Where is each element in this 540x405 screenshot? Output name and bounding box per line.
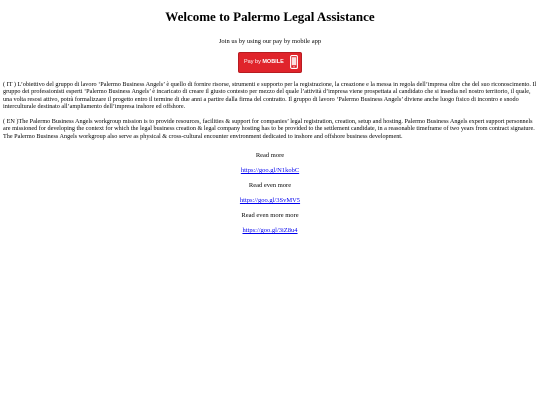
read-even-more-link[interactable]: https://goo.gl/3SvMV5 — [240, 197, 300, 204]
read-even-more-more-label: Read even more more — [241, 212, 299, 219]
page-subtitle: Join us by using our pay by mobile app — [218, 38, 322, 45]
read-even-more-label: Read even more — [248, 182, 292, 189]
page-title: Welcome to Palermo Legal Assistance — [165, 9, 375, 24]
pay-by-mobile-button[interactable]: Pay by MOBILE — [238, 51, 302, 73]
page-container: Welcome to Palermo Legal Assistance Join… — [0, 0, 540, 235]
phone-icon — [290, 55, 298, 69]
paragraph-italian: ( IT ) L’obiettivo del gruppo di lavoro … — [3, 80, 537, 111]
read-even-more-more-link[interactable]: https://goo.gl/3iZ8u4 — [242, 227, 297, 234]
read-more-label: Read more — [255, 152, 285, 159]
pay-button-brand: MOBILE — [262, 59, 284, 65]
paragraph-english: ( EN )The Palermo Business Angels workgr… — [3, 117, 535, 140]
pay-button-wrapper: Pay by MOBILE — [3, 50, 537, 73]
pay-button-prefix: Pay by — [244, 59, 263, 65]
read-more-link[interactable]: https://goo.gl/N1kobC — [241, 167, 299, 174]
pay-button-label: Pay by MOBILE — [244, 59, 284, 65]
